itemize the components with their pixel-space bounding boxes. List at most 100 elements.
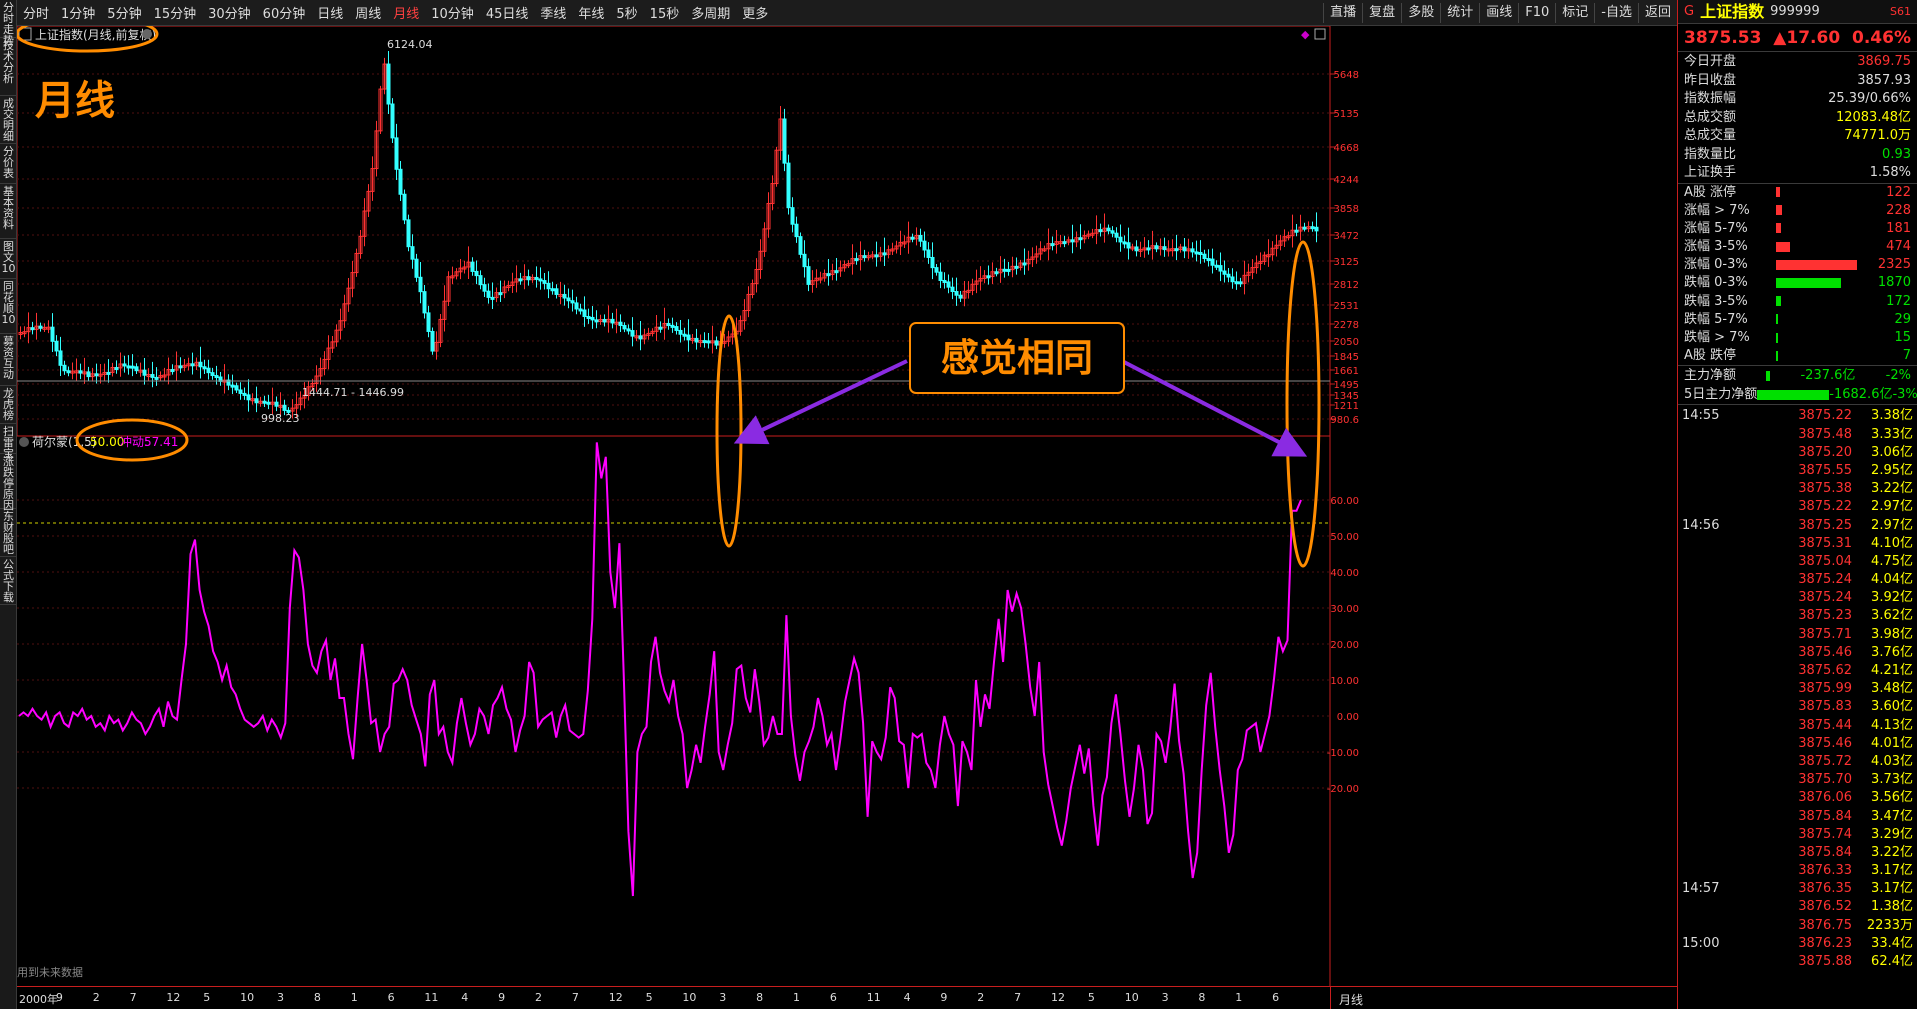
tick-row: 3876.52 1.38亿 (1678, 898, 1917, 916)
indicator-collapse-icon[interactable] (19, 437, 29, 447)
period-13[interactable]: 5秒 (610, 3, 643, 22)
period-5[interactable]: 60分钟 (257, 3, 312, 22)
breadth-bar (1776, 187, 1780, 197)
candle-body (1002, 268, 1007, 272)
candle-body (582, 309, 587, 318)
toolbar-button-3[interactable]: 统计 (1440, 3, 1479, 23)
left-tab-8[interactable]: 龙虎榜 (0, 386, 17, 424)
tick-time (1682, 626, 1766, 644)
period-16[interactable]: 更多 (736, 3, 774, 22)
period-1[interactable]: 1分钟 (55, 3, 101, 22)
stat-row: 指数量比 0.93 (1678, 146, 1917, 165)
left-tab-3[interactable]: 分价表 (0, 144, 17, 184)
tick-volume: 2.97亿 (1871, 517, 1913, 533)
tick-row: 15:00 3876.23 33.4亿 (1678, 935, 1917, 953)
tick-volume: 4.03亿 (1871, 753, 1913, 769)
candle-body (706, 340, 711, 344)
period-11[interactable]: 季线 (534, 3, 572, 22)
tick-row: 3876.06 3.56亿 (1678, 789, 1917, 807)
left-tab-2[interactable]: 成交明细 (0, 96, 17, 144)
left-tab-1[interactable]: 技术分析 (0, 38, 17, 96)
price-axis-label: 1211 (1334, 401, 1359, 412)
toolbar-button-4[interactable]: 画线 (1479, 3, 1518, 23)
diamond-icon[interactable]: ◆ (1301, 28, 1310, 41)
price-axis-label: 3472 (1334, 231, 1359, 242)
left-tab-10[interactable]: 涨跌停原因 (0, 454, 17, 511)
toolbar-button-1[interactable]: 复盘 (1362, 3, 1401, 23)
period-14[interactable]: 15秒 (644, 3, 686, 22)
period-4[interactable]: 30分钟 (202, 3, 257, 22)
stat-value: 74771.0万 (1844, 128, 1911, 143)
flow-row: 5日主力净额 -1682.6亿 -3% (1678, 385, 1917, 404)
tick-price: 3875.22 (1798, 499, 1852, 515)
chart-title: 上证指数(月线,前复权) (35, 27, 156, 42)
candle-body (574, 302, 579, 310)
breadth-value: 228 (1886, 202, 1911, 218)
market-badge: G (1684, 4, 1695, 19)
breadth-bar (1776, 277, 1841, 288)
tick-time (1682, 553, 1766, 571)
breadth-label: 跌幅 5-7% (1684, 311, 1748, 327)
left-tab-5[interactable]: 图文10 (0, 239, 17, 279)
period-8[interactable]: 月线 (387, 3, 425, 22)
breadth-row: 涨幅 3-5% 474 (1678, 238, 1917, 256)
candle-body (406, 219, 411, 248)
left-tab-6[interactable]: 同花顺10 (0, 279, 17, 334)
left-tab-0[interactable]: 分时走势 (0, 0, 17, 46)
candle-body (242, 392, 247, 396)
tick-price: 3875.55 (1798, 462, 1852, 478)
toolbar-button-6[interactable]: 标记 (1555, 3, 1594, 23)
breadth-row: 跌幅 3-5% 172 (1678, 293, 1917, 311)
candle-body (1190, 248, 1195, 253)
kline-chart[interactable]: 5648 5135 4668 4244 3858 3472 3125 2812 2531 2278… (17, 26, 1677, 986)
period-12[interactable]: 年线 (572, 3, 610, 22)
indicator-name: 荷尔蒙(1,5) (32, 434, 96, 449)
period-3[interactable]: 15分钟 (148, 3, 203, 22)
toolbar-button-7[interactable]: -自选 (1594, 3, 1638, 23)
candle-body (426, 312, 431, 332)
tick-row: 3875.99 3.48亿 (1678, 680, 1917, 698)
period-10[interactable]: 45日线 (480, 3, 535, 22)
tick-time (1682, 898, 1766, 916)
price-axis-label: 3125 (1334, 257, 1359, 268)
period-0[interactable]: 分时 (17, 3, 55, 22)
breadth-bar (1776, 332, 1778, 343)
candle-body (958, 294, 963, 299)
toolbar-button-2[interactable]: 多股 (1401, 3, 1440, 23)
date-tick: 2 (977, 991, 985, 1004)
tick-price: 3875.84 (1798, 808, 1852, 824)
left-tab-12[interactable]: 公式下载 (0, 557, 17, 605)
date-tick: 2000年 (19, 993, 58, 1006)
toolbar-button-0[interactable]: 直播 (1323, 3, 1362, 23)
candle-body (578, 308, 583, 312)
maximize-icon[interactable] (1314, 28, 1326, 40)
stat-label: 指数量比 (1684, 146, 1737, 162)
price-axis-label: 2050 (1334, 337, 1359, 348)
tick-row: 3875.31 4.10亿 (1678, 535, 1917, 553)
candle-body (178, 365, 183, 369)
flow-bar (1766, 370, 1771, 381)
period-15[interactable]: 多周期 (685, 3, 736, 22)
left-tab-7[interactable]: 募资互动 (0, 334, 17, 386)
range-label: 1444.71 - 1446.99 (302, 386, 404, 399)
period-7[interactable]: 周线 (349, 3, 387, 22)
breadth-bar (1776, 296, 1782, 307)
candle-body (38, 325, 43, 329)
settings-icon[interactable] (142, 29, 152, 39)
period-6[interactable]: 日线 (311, 3, 349, 22)
tick-volume: 3.73亿 (1871, 772, 1913, 788)
flow-pct: -3% (1892, 387, 1917, 403)
tick-list: 14:55 3875.22 3.38亿 3875.48 3.33亿 3875.20 3.06… (1678, 405, 1917, 971)
left-tab-9[interactable]: 扫雷宝 (0, 424, 17, 459)
toolbar-button-5[interactable]: F10 (1518, 3, 1555, 23)
candle-body (86, 371, 91, 378)
candle-body (142, 369, 147, 376)
candle-body (150, 374, 155, 378)
left-tab-11[interactable]: 东财股吧 (0, 509, 17, 557)
period-2[interactable]: 5分钟 (101, 3, 147, 22)
toolbar-button-8[interactable]: 返回 (1637, 3, 1677, 23)
candle-body (126, 365, 131, 369)
indicator-axis-label: 0.00 (1337, 712, 1359, 723)
period-9[interactable]: 10分钟 (425, 3, 480, 22)
left-tab-4[interactable]: 基本资料 (0, 184, 17, 239)
